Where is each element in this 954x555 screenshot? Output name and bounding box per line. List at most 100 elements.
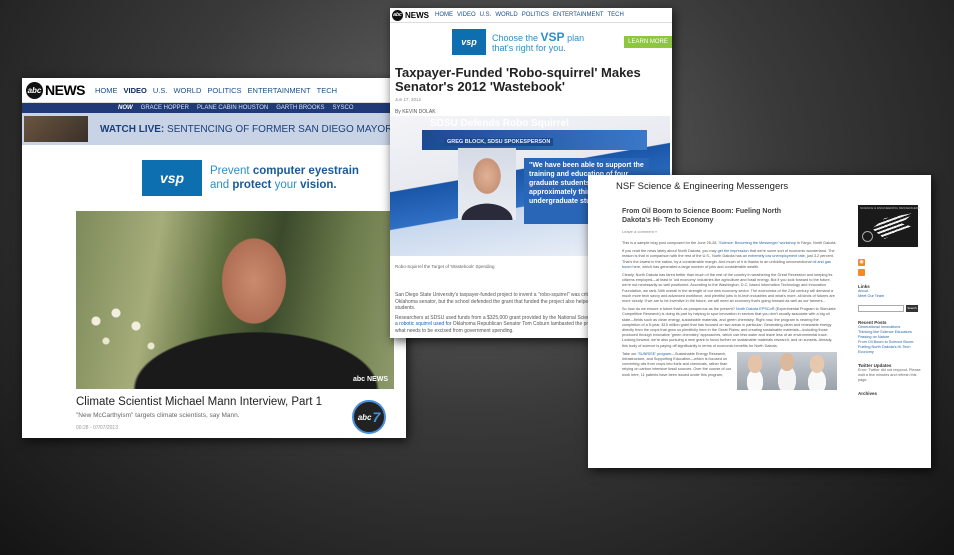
abc-video-page-screenshot: abc NEWS HOME VIDEO U.S. WORLD POLITICS …: [22, 78, 406, 438]
workshop-link[interactable]: 'Science: Becoming the Messenger' worksh…: [718, 241, 795, 245]
link-meet-team[interactable]: Meet Our Team: [858, 294, 924, 299]
news-wordmark: NEWS: [405, 10, 429, 20]
ad-line2a: and: [210, 179, 233, 191]
vsp-logo: vsp: [142, 160, 202, 196]
post-paragraph: Take our 'SUNRISE' program—Sustainable E…: [622, 352, 733, 390]
search-button[interactable]: Search: [906, 305, 918, 312]
ad-line1b: computer eyestrain: [252, 165, 359, 177]
learn-more-button[interactable]: LEARN MORE: [624, 36, 672, 48]
post-row-with-photo: Take our 'SUNRISE' program—Sustainable E…: [622, 351, 837, 390]
nav-home[interactable]: HOME: [95, 86, 118, 95]
post-paragraph: Clearly, North Dakota has fared better t…: [622, 273, 835, 304]
video-subtitle: "New McCarthyism" targets climate scient…: [76, 412, 240, 419]
ticker-item[interactable]: PLANE CABIN HOUSTON: [197, 105, 268, 111]
ad-line2d: vision.: [300, 179, 337, 191]
article-headline: Taxpayer-Funded 'Robo-squirrel' Makes Se…: [395, 65, 641, 94]
article-date: Jun 17, 2012: [395, 97, 422, 102]
vsp-logo: vsp: [452, 29, 486, 55]
video-background-flowers: [76, 301, 166, 361]
video-watermark: abc NEWS: [352, 376, 388, 383]
ad-text: Prevent computer eyestrain and protect y…: [210, 164, 359, 192]
wing-icon: [872, 213, 914, 239]
ad-line2: that's right for you.: [492, 42, 566, 53]
ad-text: Choose the VSP plan that's right for you…: [492, 29, 585, 53]
site-title[interactable]: NSF Science & Engineering Messengers: [616, 181, 788, 192]
scientists-photo: [737, 351, 837, 390]
nav-tech[interactable]: TECH: [607, 12, 623, 18]
text: in Fargo, North Dakota.: [795, 241, 837, 245]
news-ticker: NOW GRACE HOPPER PLANE CABIN HOUSTON GAR…: [22, 103, 406, 113]
watch-live-label: WATCH LIVE:: [100, 123, 165, 135]
article-byline: By KEVIN DOLAK: [395, 109, 436, 115]
video-title[interactable]: Climate Scientist Michael Mann Interview…: [76, 396, 322, 408]
text: here, which has generated a large number…: [631, 264, 760, 269]
live-headline: SENTENCING OF FORMER SAN DIEGO MAYOR: [167, 123, 393, 135]
live-thumbnail[interactable]: [24, 116, 88, 142]
main-nav: HOME VIDEO U.S. WORLD POLITICS ENTERTAIN…: [95, 86, 343, 95]
nsf-blog-page-screenshot: NSF Science & Engineering Messengers Fro…: [588, 175, 931, 468]
video-timestamp: 00:28 - 07/07/2013: [76, 425, 118, 431]
video-player[interactable]: abc NEWS: [76, 211, 394, 389]
nav-us[interactable]: U.S.: [153, 86, 168, 95]
ticker-now-label: NOW: [118, 105, 133, 111]
live-text: WATCH LIVE: SENTENCING OF FORMER SAN DIE…: [100, 124, 392, 135]
logo-text: SCIENCE & ENGINEERING MESSENGERS: [860, 206, 921, 210]
news-wordmark: NEWS: [45, 82, 86, 98]
unemployment-link[interactable]: extremely low unemployment rate: [748, 254, 805, 258]
nav-world[interactable]: WORLD: [173, 86, 201, 95]
ad-line2c: your: [271, 179, 301, 191]
abc-header: abc NEWS HOME VIDEO U.S. WORLD POLITICS …: [22, 78, 406, 103]
watch-live-bar[interactable]: WATCH LIVE: SENTENCING OF FORMER SAN DIE…: [22, 113, 406, 145]
ad-line1b: VSP: [540, 29, 565, 44]
twitter-error: Error: Twitter did not respond. Please w…: [858, 368, 921, 382]
video-caption: Robo-Squirrel the Target of 'Wastebook' …: [395, 264, 495, 269]
text: Take our: [622, 351, 638, 356]
ticker-item[interactable]: GARTH BROOKS: [276, 105, 324, 111]
sunrise-link[interactable]: 'SUNRISE' program: [638, 352, 672, 356]
ad-line2b: protect: [232, 179, 272, 191]
spokesperson-portrait: [458, 148, 516, 220]
post-title[interactable]: From Oil Boom to Science Boom: Fueling N…: [622, 207, 802, 225]
rss-icon[interactable]: ◉: [858, 259, 865, 266]
impression-link[interactable]: get the impression: [718, 249, 749, 253]
post-paragraph: If you read the news lately about North …: [622, 249, 837, 270]
epscor-link[interactable]: North Dakota EPSCoR: [736, 307, 775, 311]
sidebar: SCIENCE & ENGINEERING MESSENGERS ◉ Links…: [858, 205, 924, 396]
ad-line1a: Choose the: [492, 32, 541, 43]
nav-video[interactable]: VIDEO: [124, 86, 147, 95]
nav-world[interactable]: WORLD: [495, 12, 517, 18]
ad-line1a: Prevent: [210, 165, 253, 177]
nav-home[interactable]: HOME: [435, 12, 453, 18]
leave-comment-link[interactable]: Leave a comment »: [622, 229, 657, 234]
vsp-advertisement[interactable]: vsp Prevent computer eyestrain and prote…: [142, 158, 404, 198]
banner-title: SDSU Defends Robo Squirrel: [430, 118, 569, 129]
vsp-advertisement[interactable]: vsp Choose the VSP plan that's right for…: [390, 23, 672, 61]
badge-icon: [862, 231, 873, 242]
text: (Experimental Program to Stimulate Compe…: [622, 307, 836, 348]
abc7-station-logo: abc 7: [352, 400, 386, 434]
nav-politics[interactable]: POLITICS: [207, 86, 241, 95]
ticker-item[interactable]: GRACE HOPPER: [141, 105, 189, 111]
search-form: Search: [858, 305, 924, 312]
rss-comments-icon[interactable]: [858, 269, 865, 276]
nav-tech[interactable]: TECH: [317, 86, 337, 95]
nav-entertainment[interactable]: ENTERTAINMENT: [553, 12, 603, 18]
search-input[interactable]: [858, 305, 904, 312]
recent-post-link[interactable]: From Oil Boom to Science Boom: Fueling N…: [858, 340, 924, 355]
nav-us[interactable]: U.S.: [480, 12, 492, 18]
archives-heading: Archives: [858, 391, 878, 396]
abc-header: abc NEWS HOME VIDEO U.S. WORLD POLITICS …: [390, 8, 672, 23]
text: If you read the news lately about North …: [622, 249, 718, 254]
post-paragraph: So how do we ensure a future that's as p…: [622, 307, 837, 349]
abc-news-logo[interactable]: abc NEWS: [26, 81, 86, 99]
nav-entertainment[interactable]: ENTERTAINMENT: [248, 86, 311, 95]
ticker-item[interactable]: SYSCO: [333, 105, 354, 111]
banner-subtitle: GREG BLOCK, SDSU SPOKESPERSON: [444, 138, 554, 146]
nav-video[interactable]: VIDEO: [457, 12, 476, 18]
text: This is a sample blog post composed for …: [622, 241, 719, 245]
main-nav: HOME VIDEO U.S. WORLD POLITICS ENTERTAIN…: [435, 12, 628, 18]
nav-politics[interactable]: POLITICS: [522, 12, 549, 18]
messengers-wing-logo[interactable]: SCIENCE & ENGINEERING MESSENGERS: [858, 205, 921, 247]
abc-news-logo[interactable]: abc NEWS: [392, 9, 429, 21]
ad-line1c: plan: [564, 32, 585, 43]
